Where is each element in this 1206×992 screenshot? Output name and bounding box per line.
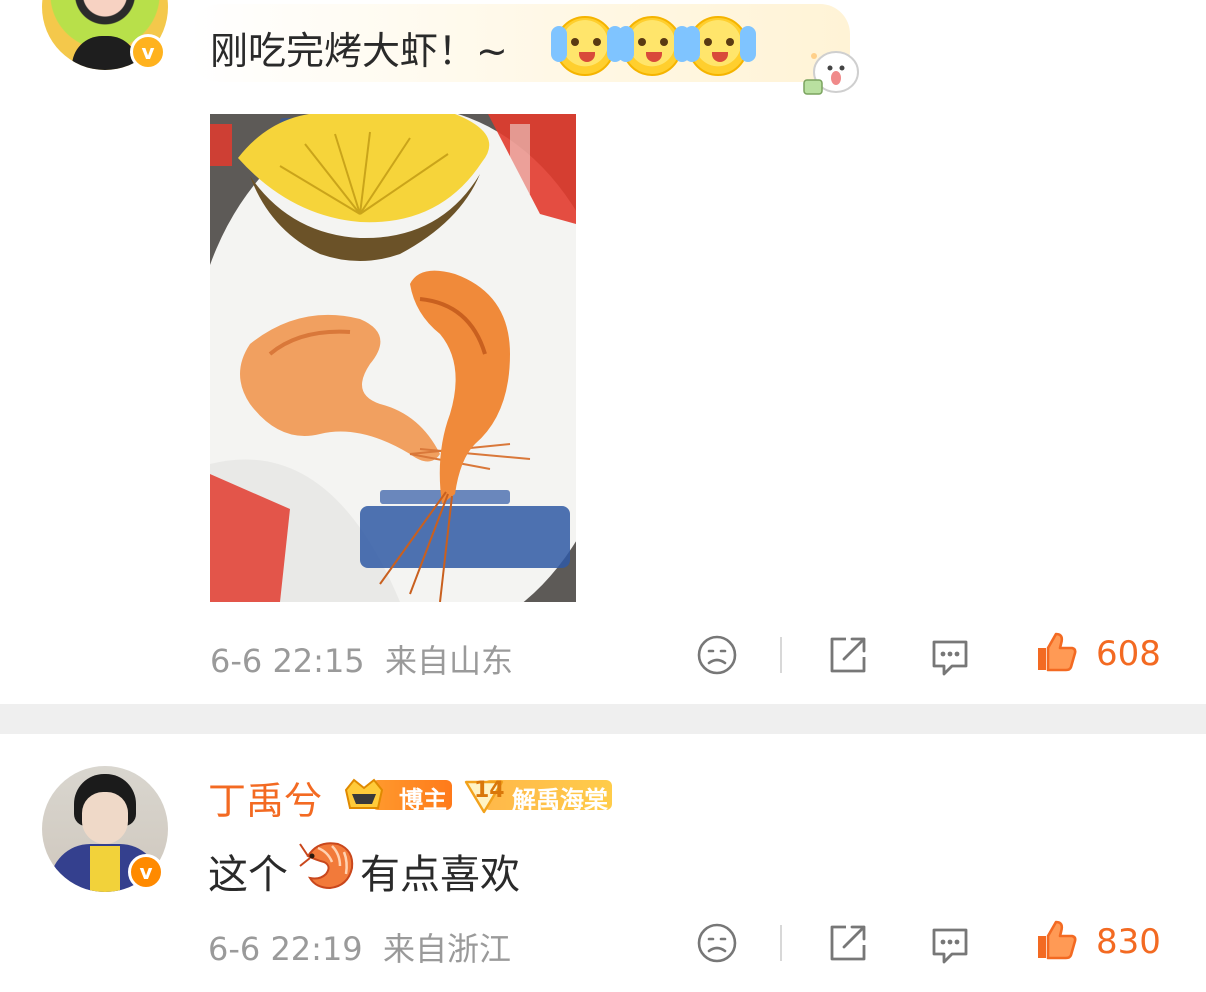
fan-badge-level: 14	[474, 778, 505, 803]
like-count: 830	[1096, 922, 1161, 962]
bubble-decoration-sticker-icon	[803, 51, 859, 95]
dislike-face-icon[interactable]	[695, 633, 739, 677]
fan-badge-name: 解禹海棠	[512, 786, 608, 814]
comment-text-prefix: 这个	[208, 852, 288, 898]
action-separator	[780, 925, 782, 961]
comment-timestamp-location: 6-6 22:15 来自山东	[210, 636, 513, 682]
shrimp-emoji-icon	[299, 842, 354, 890]
action-separator	[780, 637, 782, 673]
like-count: 608	[1096, 634, 1161, 674]
comment-time: 6-6 22:15	[210, 642, 365, 680]
share-icon[interactable]	[826, 633, 870, 677]
yay-emoji-icon	[618, 16, 682, 76]
dislike-face-icon[interactable]	[695, 921, 739, 965]
comment-text-suffix: 有点喜欢	[360, 852, 520, 898]
comment-photo[interactable]	[210, 114, 576, 602]
verified-badge-icon: v	[128, 854, 164, 890]
comment-time: 6-6 22:19	[208, 930, 363, 968]
share-icon[interactable]	[826, 921, 870, 965]
like-thumbs-up-icon[interactable]	[1034, 918, 1078, 962]
yay-emoji-icon	[684, 16, 748, 76]
comment-timestamp-location: 6-6 22:19 来自浙江	[208, 924, 511, 970]
comment-divider	[0, 704, 1206, 734]
reply-comment-icon[interactable]	[928, 922, 972, 966]
yay-emoji-icon	[551, 16, 615, 76]
comment-location: 来自浙江	[383, 930, 512, 968]
comment-text: 刚吃完烤大虾！~	[210, 29, 508, 73]
reply-comment-icon[interactable]	[928, 634, 972, 678]
like-thumbs-up-icon[interactable]	[1034, 630, 1078, 674]
comment-location: 来自山东	[385, 642, 514, 680]
username[interactable]: 丁禹兮	[208, 770, 322, 825]
blogger-badge-label: 博主	[399, 786, 447, 814]
verified-badge-icon: v	[130, 34, 166, 70]
